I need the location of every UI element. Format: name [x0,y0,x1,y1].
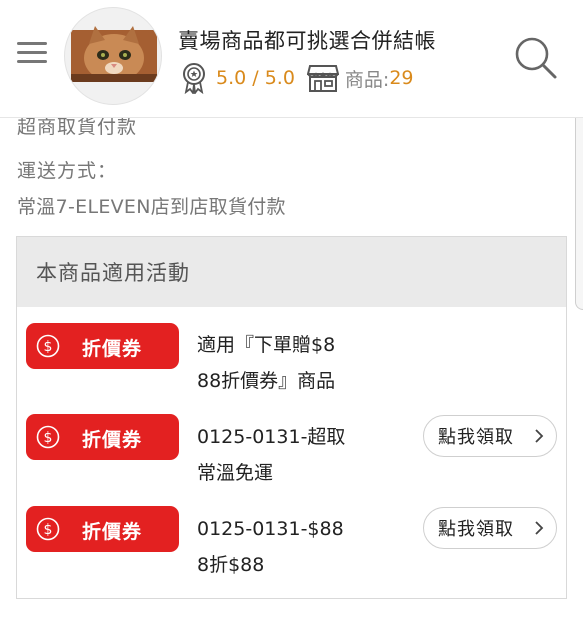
goods-count-label: 商品: [344,68,390,91]
hamburger-menu-icon[interactable] [17,40,47,66]
shipping-method-value: 常溫7-ELEVEN店到店取貨付款 [17,196,286,218]
chevron-right-icon [535,521,544,535]
claim-button-label: 點我領取 [438,427,514,448]
promotion-item: $ 折價券 適用『下單贈$8 88折價券』商品 [17,307,566,395]
goods-count: 29 [389,67,414,89]
store-stats: 5.0 / 5.0 商品: 29 [180,62,414,94]
claim-coupon-button[interactable]: 點我領取 [423,507,557,549]
dollar-circle-icon: $ [36,425,60,449]
dollar-circle-icon: $ [36,517,60,541]
promotions-panel: 本商品適用活動 $ 折價券 適用『下單贈$8 88折價券』商品 $ 折價券 01… [16,236,567,599]
svg-text:$: $ [44,522,53,538]
storefront-icon [306,65,339,92]
promotion-desc-line: 88折價券』商品 [197,370,336,392]
award-ribbon-icon [183,63,205,94]
promotions-heading: 本商品適用活動 [17,237,566,307]
shipping-method-label: 運送方式： [17,160,118,182]
cat-photo [71,26,157,82]
promotion-desc-line: 適用『下單贈$8 [197,334,336,356]
coupon-label: 折價券 [82,429,143,451]
coupon-badge[interactable]: $ 折價券 [26,323,179,369]
svg-text:$: $ [44,430,53,446]
coupon-badge[interactable]: $ 折價券 [26,414,179,460]
side-scroll-handle[interactable] [575,88,583,310]
store-rating: 5.0 / 5.0 [216,67,295,89]
dollar-circle-icon: $ [36,334,60,358]
store-header: 賣場商品都可挑選合併結帳 5.0 / 5.0 商品: 29 [0,0,583,118]
promotion-item: $ 折價券 0125-0131-$88 8折$88 點我領取 [17,491,566,583]
promotion-desc-line: 8折$88 [197,554,265,576]
claim-button-label: 點我領取 [438,519,514,540]
claim-coupon-button[interactable]: 點我領取 [423,415,557,457]
store-name: 賣場商品都可挑選合併結帳 [178,29,436,53]
svg-text:$: $ [44,339,53,355]
promotion-description: 0125-0131-超取 常溫免運 [197,419,345,491]
promotion-desc-line: 常溫免運 [197,462,274,484]
promotion-desc-line: 0125-0131-$88 [197,518,344,540]
chevron-right-icon [535,429,544,443]
store-avatar[interactable] [64,7,162,105]
promotion-description: 適用『下單贈$8 88折價券』商品 [197,327,335,399]
promotion-item: $ 折價券 0125-0131-超取 常溫免運 點我領取 [17,399,566,489]
coupon-badge[interactable]: $ 折價券 [26,506,179,552]
coupon-label: 折價券 [82,521,143,543]
promotion-description: 0125-0131-$88 8折$88 [197,511,344,583]
promotion-desc-line: 0125-0131-超取 [197,426,346,448]
search-icon[interactable] [511,34,559,82]
coupon-label: 折價券 [82,338,143,360]
